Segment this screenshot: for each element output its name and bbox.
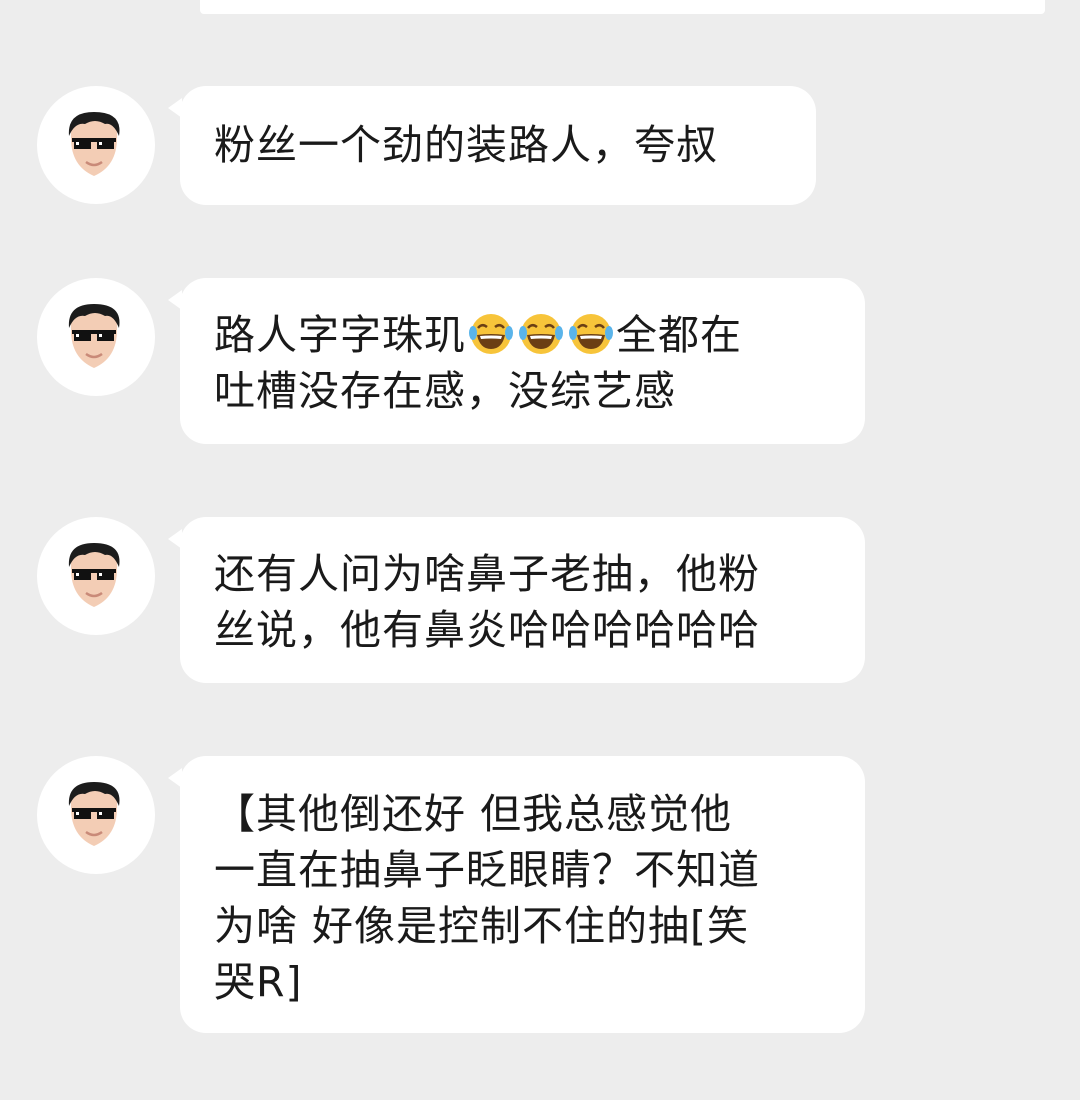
message-text: 路人字字珠玑 全都在 吐槽没存在感，没综艺感 <box>214 307 831 419</box>
message-text: 还有人问为啥鼻子老抽，他粉 丝说，他有鼻炎哈哈哈哈哈哈 <box>214 550 760 654</box>
avatar[interactable] <box>37 517 155 635</box>
message-bubble[interactable]: 还有人问为啥鼻子老抽，他粉 丝说，他有鼻炎哈哈哈哈哈哈 <box>168 517 865 683</box>
laughing-crying-emoji-icon <box>569 314 613 354</box>
sunglasses-boy-avatar-icon <box>68 112 120 176</box>
message-text: 【其他倒还好 但我总感觉他 一直在抽鼻子眨眼睛？不知道 为啥 好像是控制不住的抽… <box>214 790 760 1006</box>
previous-message-edge <box>200 0 1045 14</box>
message-bubble[interactable]: 路人字字珠玑 全都在 吐槽没存在感，没综艺感 <box>168 278 865 444</box>
sunglasses-boy-avatar-icon <box>68 543 120 607</box>
avatar[interactable] <box>37 756 155 874</box>
message-text: 粉丝一个劲的装路人，夸叔 <box>214 121 718 169</box>
message-bubble[interactable]: 粉丝一个劲的装路人，夸叔 <box>168 86 816 205</box>
laughing-crying-emoji-icon <box>469 314 513 354</box>
sunglasses-boy-avatar-icon <box>68 304 120 368</box>
avatar[interactable] <box>37 278 155 396</box>
message-text-part: 路人字字珠玑 <box>214 311 466 359</box>
laughing-crying-emoji-icon <box>519 314 563 354</box>
avatar[interactable] <box>37 86 155 204</box>
sunglasses-boy-avatar-icon <box>68 782 120 846</box>
message-bubble[interactable]: 【其他倒还好 但我总感觉他 一直在抽鼻子眨眼睛？不知道 为啥 好像是控制不住的抽… <box>168 756 865 1033</box>
